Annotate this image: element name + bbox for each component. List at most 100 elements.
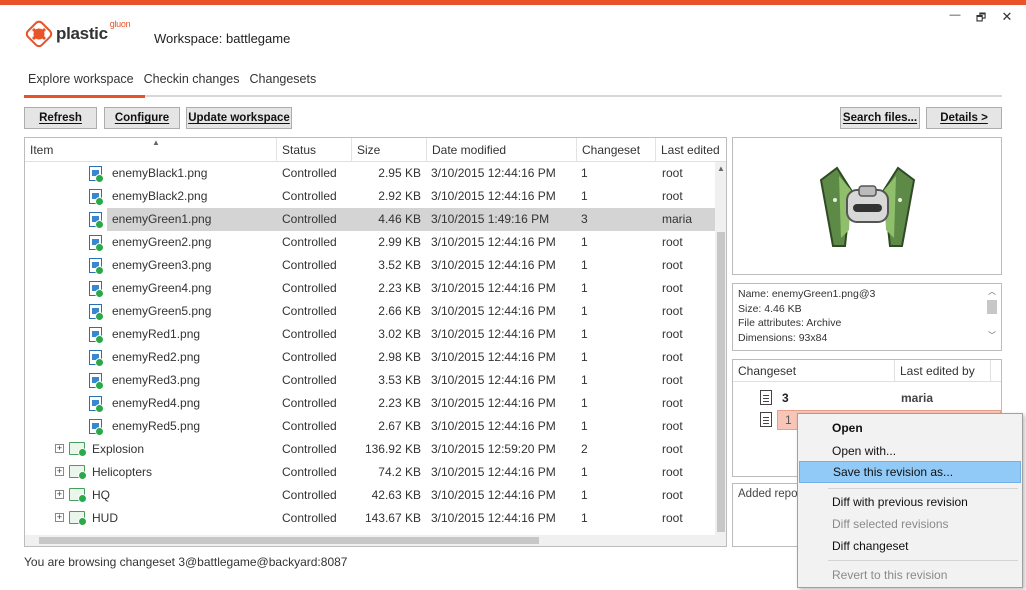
item-date: 3/10/2015 12:44:16 PM	[431, 396, 556, 410]
image-file-icon	[89, 189, 104, 206]
scroll-up-icon[interactable]: ▲	[715, 164, 726, 173]
image-file-icon	[89, 304, 104, 321]
file-row[interactable]: enemyRed1.png Controlled 3.02 KB 3/10/2015 …	[25, 323, 715, 346]
details-button[interactable]: Details >	[926, 107, 1002, 129]
column-last-edited[interactable]: Last edited	[656, 138, 726, 162]
item-date: 3/10/2015 12:44:16 PM	[431, 235, 556, 249]
item-name: enemyRed3.png	[112, 373, 201, 387]
item-status: Controlled	[282, 212, 337, 226]
menu-open[interactable]: Open	[799, 417, 1021, 439]
file-row[interactable]: enemyGreen4.png Controlled 2.23 KB 3/10/201…	[25, 277, 715, 300]
menu-diff-previous[interactable]: Diff with previous revision	[799, 491, 1021, 513]
column-history-user[interactable]: Last edited by	[895, 360, 991, 382]
item-last-edited: root	[662, 373, 683, 387]
revision-icon	[760, 390, 772, 405]
file-row[interactable]: enemyRed5.png Controlled 2.67 KB 3/10/2015 …	[25, 415, 715, 438]
minimize-icon[interactable]: —	[944, 9, 966, 21]
column-history-changeset[interactable]: Changeset	[733, 360, 895, 382]
item-last-edited: root	[662, 189, 683, 203]
info-scrollbar[interactable]: ︿ ﹀	[985, 286, 999, 348]
file-row[interactable]: enemyBlack2.png Controlled 2.92 KB 3/10/201…	[25, 185, 715, 208]
item-date: 3/10/2015 12:44:16 PM	[431, 281, 556, 295]
item-changeset: 1	[581, 396, 588, 410]
item-last-edited: root	[662, 235, 683, 249]
file-row[interactable]: enemyGreen2.png Controlled 2.99 KB 3/10/201…	[25, 231, 715, 254]
expand-icon[interactable]: +	[55, 444, 64, 453]
item-name: enemyGreen5.png	[112, 304, 212, 318]
grid-vertical-scrollbar[interactable]: ▲	[715, 162, 726, 546]
menu-save-revision[interactable]: Save this revision as...	[799, 461, 1021, 483]
file-row[interactable]: enemyGreen5.png Controlled 2.66 KB 3/10/201…	[25, 300, 715, 323]
menu-diff-changeset[interactable]: Diff changeset	[799, 535, 1021, 557]
item-status: Controlled	[282, 235, 337, 249]
workspace-grid: Item ▲ Status Size Date modified Changese…	[24, 137, 727, 547]
history-changeset: 3	[782, 391, 789, 405]
folder-row[interactable]: + HUD Controlled 143.67 KB 3/10/2015 12:44:1…	[25, 507, 715, 530]
column-status[interactable]: Status	[277, 138, 352, 162]
expand-icon[interactable]: +	[55, 490, 64, 499]
menu-diff-selected[interactable]: Diff selected revisions	[799, 513, 1021, 535]
file-info-box: Name: enemyGreen1.png@3 Size: 4.46 KB Fi…	[732, 283, 1002, 351]
item-changeset: 1	[581, 511, 588, 525]
scroll-thumb[interactable]	[717, 232, 725, 532]
history-row[interactable]: 3 maria	[733, 387, 1001, 409]
item-status: Controlled	[282, 465, 337, 479]
item-name: enemyBlack2.png	[112, 189, 208, 203]
history-changeset: 1	[785, 413, 792, 427]
item-date: 3/10/2015 12:44:16 PM	[431, 419, 556, 433]
tab-changesets[interactable]: Changesets	[246, 72, 321, 91]
folder-row[interactable]: + HQ Controlled 42.63 KB 3/10/2015 12:44:16 …	[25, 484, 715, 507]
item-name: enemyGreen1.png	[112, 212, 212, 226]
item-status: Controlled	[282, 396, 337, 410]
item-date: 3/10/2015 12:44:16 PM	[431, 488, 556, 502]
item-changeset: 1	[581, 304, 588, 318]
item-size: 3.52 KB	[378, 258, 421, 272]
file-row[interactable]: enemyRed2.png Controlled 2.98 KB 3/10/2015 …	[25, 346, 715, 369]
folder-row[interactable]: + Explosion Controlled 136.92 KB 3/10/2015 1…	[25, 438, 715, 461]
item-date: 3/10/2015 12:44:16 PM	[431, 350, 556, 364]
image-file-icon	[89, 327, 104, 344]
column-date-modified[interactable]: Date modified	[427, 138, 577, 162]
item-status: Controlled	[282, 511, 337, 525]
column-size[interactable]: Size	[352, 138, 427, 162]
menu-open-with[interactable]: Open with...	[799, 440, 1021, 462]
info-dimensions: Dimensions: 93x84	[738, 331, 828, 344]
item-changeset: 1	[581, 488, 588, 502]
item-last-edited: root	[662, 442, 683, 456]
restore-icon[interactable]: 🗗	[970, 9, 992, 28]
column-item[interactable]: Item ▲	[25, 138, 277, 162]
item-status: Controlled	[282, 281, 337, 295]
chevron-up-icon[interactable]: ︿	[985, 286, 999, 297]
tab-explore-workspace[interactable]: Explore workspace	[24, 72, 138, 91]
expand-icon[interactable]: +	[55, 467, 64, 476]
image-file-icon	[89, 258, 104, 275]
tab-checkin-changes[interactable]: Checkin changes	[140, 72, 244, 91]
menu-revert[interactable]: Revert to this revision	[799, 564, 1021, 586]
info-scroll-thumb[interactable]	[987, 300, 997, 314]
item-status: Controlled	[282, 327, 337, 341]
item-size: 2.23 KB	[378, 396, 421, 410]
item-changeset: 1	[581, 419, 588, 433]
column-changeset[interactable]: Changeset	[577, 138, 656, 162]
configure-button[interactable]: Configure	[104, 107, 180, 129]
close-icon[interactable]: ✕	[996, 9, 1018, 25]
main-tabs: Explore workspace Checkin changes Change…	[24, 72, 322, 91]
update-workspace-button[interactable]: Update workspace	[186, 107, 292, 129]
item-status: Controlled	[282, 166, 337, 180]
file-row[interactable]: enemyGreen3.png Controlled 3.52 KB 3/10/201…	[25, 254, 715, 277]
refresh-button[interactable]: Refresh	[24, 107, 97, 129]
hscroll-thumb[interactable]	[39, 537, 539, 544]
search-files-button[interactable]: Search files...	[840, 107, 920, 129]
folder-row[interactable]: + Helicopters Controlled 74.2 KB 3/10/2015 1…	[25, 461, 715, 484]
grid-horizontal-scrollbar[interactable]	[25, 535, 715, 546]
file-row[interactable]: enemyGreen1.png Controlled 4.46 KB 3/10/201…	[25, 208, 715, 231]
file-row[interactable]: enemyRed3.png Controlled 3.53 KB 3/10/2015 …	[25, 369, 715, 392]
file-row[interactable]: enemyBlack1.png Controlled 2.95 KB 3/10/201…	[25, 162, 715, 185]
expand-icon[interactable]: +	[55, 513, 64, 522]
item-status: Controlled	[282, 258, 337, 272]
file-row[interactable]: enemyRed4.png Controlled 2.23 KB 3/10/2015 …	[25, 392, 715, 415]
chevron-down-icon[interactable]: ﹀	[985, 330, 999, 341]
item-name: enemyRed1.png	[112, 327, 201, 341]
item-status: Controlled	[282, 189, 337, 203]
item-size: 136.92 KB	[364, 442, 421, 456]
